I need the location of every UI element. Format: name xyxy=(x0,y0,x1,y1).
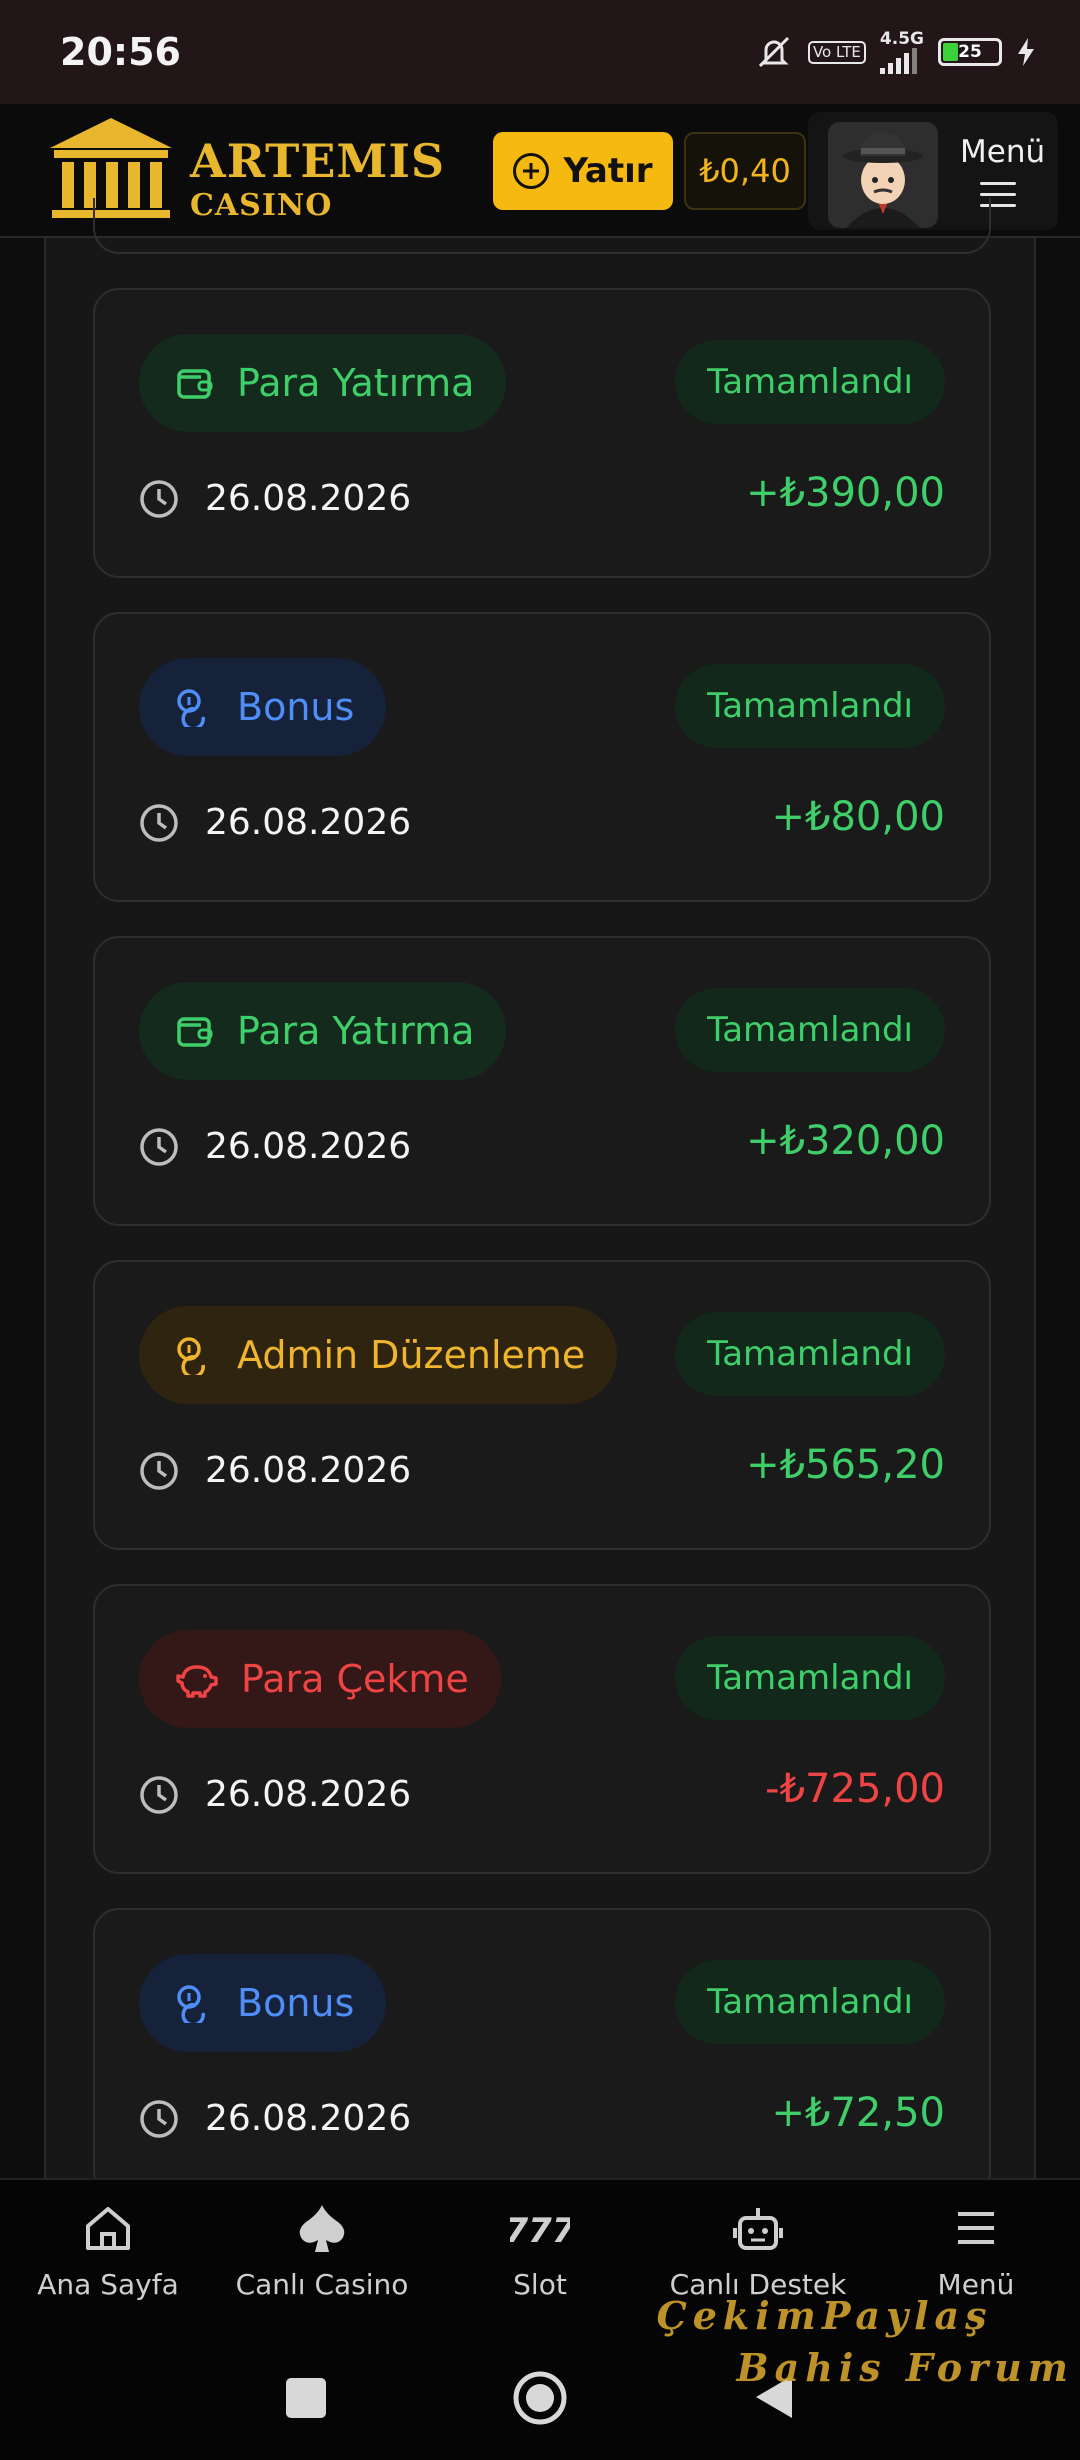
coins-icon xyxy=(177,689,205,727)
transaction-card-partial xyxy=(93,198,991,254)
volte-badge: Vo LTE xyxy=(807,40,866,64)
type-badge: Para Yatırma xyxy=(139,334,507,432)
clock-icon xyxy=(140,1451,178,1490)
transaction-date: 26.08.2026 xyxy=(205,1774,412,1815)
piggy-bank-icon xyxy=(176,1665,218,1698)
clock-icon xyxy=(140,1127,178,1166)
battery-level: 25 xyxy=(958,42,982,62)
transaction-date: 26.08.2026 xyxy=(205,478,412,519)
status-badge: Tamamlandı xyxy=(675,340,945,424)
transaction-amount: +₺390,00 xyxy=(746,470,945,516)
wallet-icon xyxy=(177,369,213,399)
home-icon xyxy=(86,2207,130,2250)
transaction-amount: +₺320,00 xyxy=(746,1118,945,1164)
plus-circle-icon xyxy=(513,153,550,189)
type-badge: Para Çekme xyxy=(139,1630,501,1728)
type-badge: Bonus xyxy=(139,658,387,756)
type-badge: Admin Düzenleme xyxy=(139,1306,618,1404)
status-badge: Tamamlandı xyxy=(675,1960,945,2044)
home-circle-icon[interactable] xyxy=(512,2370,568,2426)
status-badge: Tamamlandı xyxy=(675,664,945,748)
type-label: Para Yatırma xyxy=(237,361,475,405)
slot-777-icon: 777 xyxy=(510,2211,570,2251)
nav-item-live-casino[interactable]: Canlı Casino xyxy=(214,2202,430,2301)
mute-bell-icon xyxy=(758,36,789,68)
wallet-icon xyxy=(177,1017,213,1047)
robot-support-icon xyxy=(733,2208,783,2250)
status-time: 20:56 xyxy=(60,30,181,74)
charging-icon xyxy=(1018,38,1034,66)
transactions-panel: Para Yatırma Tamamlandı 26.08.2026 +₺390… xyxy=(44,198,1036,2198)
transaction-amount: +₺80,00 xyxy=(771,794,945,840)
watermark-line2: Bahis Forum xyxy=(736,2345,1074,2390)
clock-icon xyxy=(140,479,178,518)
transaction-card[interactable]: Para Yatırma Tamamlandı 26.08.2026 +₺320… xyxy=(93,936,991,1226)
type-label: Para Yatırma xyxy=(237,1009,475,1053)
type-badge: Bonus xyxy=(139,1954,387,2052)
status-bar: 20:56 Vo LTE 4.5G 25 xyxy=(0,0,1080,104)
nav-label: Slot xyxy=(513,2268,567,2301)
transaction-date: 26.08.2026 xyxy=(205,1126,412,1167)
transaction-card[interactable]: Para Yatırma Tamamlandı 26.08.2026 +₺390… xyxy=(93,288,991,578)
nav-item-live-support[interactable]: Canlı Destek xyxy=(650,2202,866,2301)
date-row: 26.08.2026 xyxy=(139,1450,411,1491)
nav-label: Canlı Casino xyxy=(235,2268,409,2301)
transaction-amount: +₺72,50 xyxy=(771,2090,945,2136)
transaction-card[interactable]: Bonus Tamamlandı 26.08.2026 +₺80,00 xyxy=(93,612,991,902)
menu-label: Menü xyxy=(960,134,1046,170)
status-badge: Tamamlandı xyxy=(675,988,945,1072)
type-badge: Para Yatırma xyxy=(139,982,507,1080)
transaction-amount: +₺565,20 xyxy=(746,1442,945,1488)
date-row: 26.08.2026 xyxy=(139,802,411,843)
date-row: 26.08.2026 xyxy=(139,478,411,519)
status-badge: Tamamlandı xyxy=(675,1312,945,1396)
transaction-card[interactable]: Para Çekme Tamamlandı 26.08.2026 -₺725,0… xyxy=(93,1584,991,1874)
type-label: Bonus xyxy=(237,685,355,729)
spade-icon xyxy=(299,2205,345,2252)
svg-text:777: 777 xyxy=(510,2211,570,2251)
transaction-date: 26.08.2026 xyxy=(205,2098,412,2139)
coins-icon xyxy=(177,1337,205,1375)
transaction-card[interactable]: Admin Düzenleme Tamamlandı 26.08.2026 +₺… xyxy=(93,1260,991,1550)
forum-watermark: ÇekimPaylaş Bahis Forum xyxy=(656,2290,1074,2394)
clock-icon xyxy=(140,1775,178,1814)
status-badge: Tamamlandı xyxy=(675,1636,945,1720)
type-label: Bonus xyxy=(237,1981,355,2025)
date-row: 26.08.2026 xyxy=(139,2098,411,2139)
nav-item-menu[interactable]: Menü xyxy=(868,2202,1080,2301)
nav-item-home[interactable]: Ana Sayfa xyxy=(0,2202,216,2301)
transaction-date: 26.08.2026 xyxy=(205,802,412,843)
signal-icon xyxy=(879,47,917,74)
clock-icon xyxy=(140,2099,178,2138)
network-type: 4.5G xyxy=(879,28,924,49)
transactions-page[interactable]: Para Yatırma Tamamlandı 26.08.2026 +₺390… xyxy=(44,198,1036,2198)
type-label: Para Çekme xyxy=(241,1657,469,1701)
clock-icon xyxy=(140,803,178,842)
nav-item-slot[interactable]: 777 Slot xyxy=(432,2202,648,2301)
watermark-line1: ÇekimPaylaş xyxy=(656,2293,993,2338)
transaction-amount: -₺725,00 xyxy=(765,1766,945,1812)
coins-icon xyxy=(177,1985,205,2023)
transaction-date: 26.08.2026 xyxy=(205,1450,412,1491)
deposit-label: Yatır xyxy=(563,151,653,191)
recents-icon[interactable] xyxy=(286,2378,326,2418)
menu-icon xyxy=(958,2212,994,2244)
type-label: Admin Düzenleme xyxy=(237,1333,586,1377)
date-row: 26.08.2026 xyxy=(139,1774,411,1815)
nav-label: Ana Sayfa xyxy=(37,2268,179,2301)
battery-icon: 25 xyxy=(938,38,1002,66)
brand-title: ARTEMIS xyxy=(190,134,446,188)
date-row: 26.08.2026 xyxy=(139,1126,411,1167)
transaction-card[interactable]: Bonus Tamamlandı 26.08.2026 +₺72,50 xyxy=(93,1908,991,2198)
status-icons: Vo LTE 4.5G 25 xyxy=(754,28,1036,74)
